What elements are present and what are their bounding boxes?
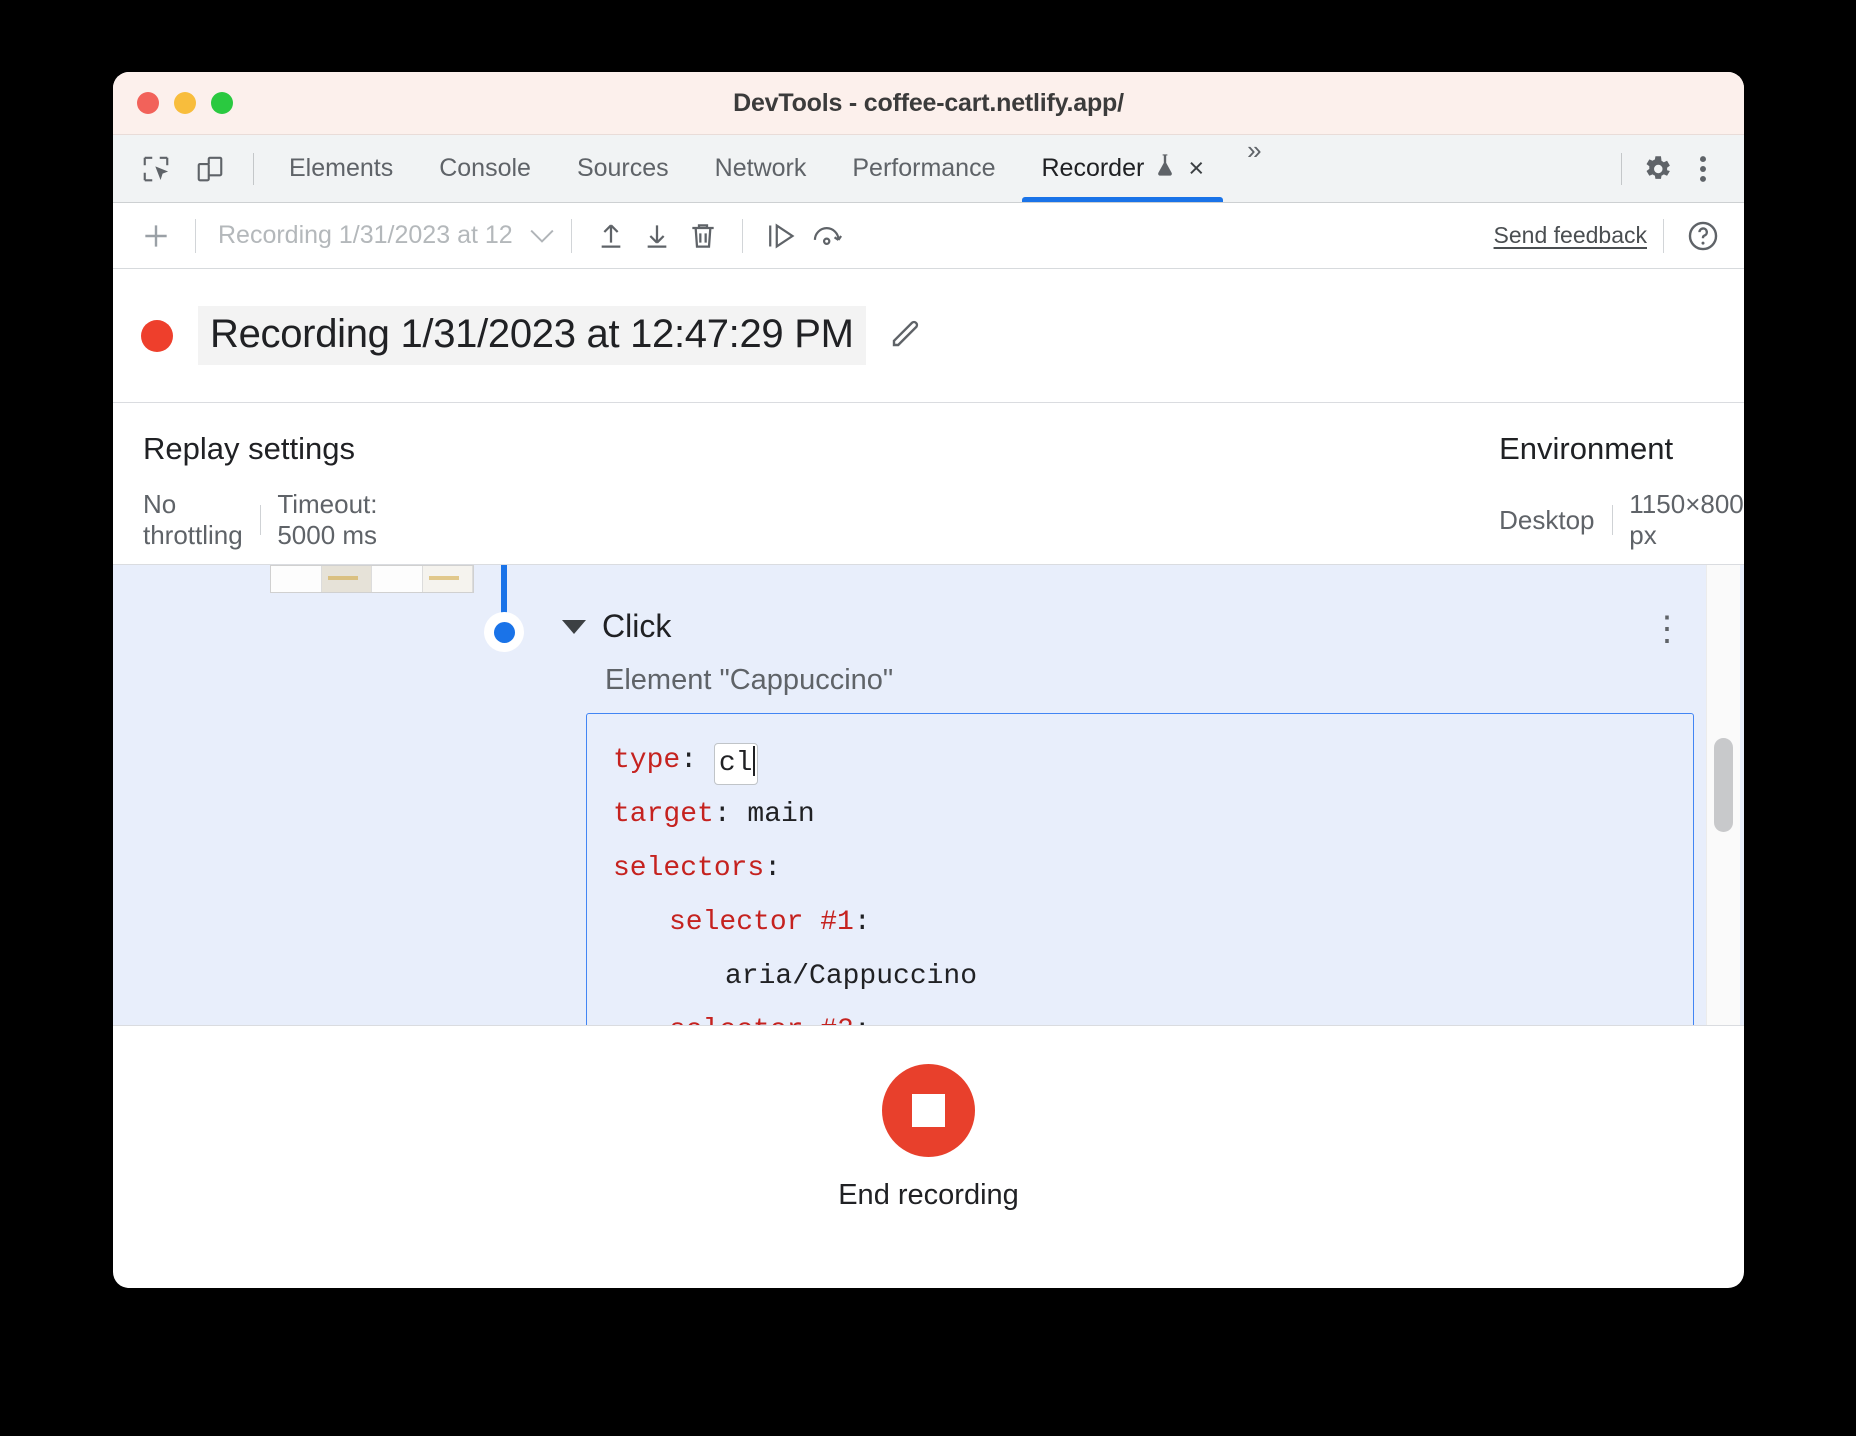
- tabbar-divider: [253, 153, 254, 185]
- step-header[interactable]: Click: [562, 608, 671, 645]
- add-recording-button[interactable]: [133, 213, 179, 259]
- environment-values: Desktop 1150×800 px: [1499, 489, 1744, 551]
- timeline-connector: [501, 565, 507, 613]
- text-caret: [753, 746, 755, 776]
- toolbar-divider-2: [571, 219, 572, 253]
- tab-console[interactable]: Console: [416, 135, 554, 202]
- zoom-window-button[interactable]: [211, 92, 233, 114]
- screen: DevTools - coffee-cart.netlify.app/: [0, 0, 1856, 1436]
- devtools-tabs: Elements Console Sources Network Perform…: [266, 135, 1227, 202]
- help-icon[interactable]: [1680, 213, 1726, 259]
- import-recording-button[interactable]: [588, 213, 634, 259]
- throttling-value[interactable]: No throttling: [143, 489, 243, 551]
- device-value: Desktop: [1499, 505, 1594, 536]
- recorder-toolbar: Recording 1/31/2023 at 12: [113, 203, 1744, 269]
- tab-label: Sources: [577, 154, 669, 183]
- type-value-text: cl: [719, 748, 753, 779]
- tabbar-right-icons: [1609, 135, 1744, 202]
- code-line-selector1-value: aria/Cappuccino: [613, 950, 1693, 1004]
- toolbar-divider-4: [1663, 219, 1664, 253]
- replay-settings-group: Replay settings No throttling Timeout: 5…: [113, 431, 404, 564]
- replay-settings-title: Replay settings: [143, 431, 404, 467]
- tab-network[interactable]: Network: [692, 135, 830, 202]
- tab-elements[interactable]: Elements: [266, 135, 416, 202]
- step-subtitle: Element "Cappuccino": [605, 664, 893, 697]
- step-code-editor[interactable]: type: cl target: main selectors: selecto…: [586, 713, 1694, 1025]
- recording-title[interactable]: Recording 1/31/2023 at 12:47:29 PM: [198, 306, 866, 365]
- step-list: Click Element "Cappuccino" ⋮ type: cl ta…: [113, 565, 1744, 1025]
- devtools-window: DevTools - coffee-cart.netlify.app/: [113, 72, 1744, 1288]
- code-line-target: target: main: [613, 788, 1693, 842]
- code-key-target: target: [613, 799, 714, 830]
- close-icon[interactable]: ×: [1188, 155, 1204, 182]
- recording-selector[interactable]: Recording 1/31/2023 at 12: [218, 221, 555, 250]
- tab-label: Network: [715, 154, 807, 183]
- step-more-options-icon[interactable]: ⋮: [1650, 618, 1670, 642]
- tab-recorder[interactable]: Recorder ×: [1018, 135, 1227, 202]
- environment-group: Environment Desktop 1150×800 px: [1469, 431, 1744, 564]
- timeout-value[interactable]: Timeout: 5000 ms: [277, 489, 404, 551]
- recording-footer: End recording: [113, 1025, 1744, 1250]
- type-value-input[interactable]: cl: [714, 743, 759, 785]
- tabbar-divider-right: [1621, 153, 1622, 185]
- tab-label: Console: [439, 154, 531, 183]
- scrollbar-thumb[interactable]: [1714, 738, 1733, 832]
- viewport-value: 1150×800 px: [1629, 489, 1744, 551]
- tab-label: Performance: [852, 154, 995, 183]
- tab-sources[interactable]: Sources: [554, 135, 692, 202]
- experiment-flask-icon: [1153, 152, 1177, 185]
- window-title: DevTools - coffee-cart.netlify.app/: [113, 89, 1744, 118]
- traffic-lights: [137, 92, 233, 114]
- code-line-type: type: cl: [613, 734, 1693, 788]
- delete-recording-button[interactable]: [680, 213, 726, 259]
- code-line-selectors: selectors:: [613, 842, 1693, 896]
- toolbar-divider-3: [742, 219, 743, 253]
- window-titlebar: DevTools - coffee-cart.netlify.app/: [113, 72, 1744, 135]
- inspect-element-icon[interactable]: [133, 146, 179, 192]
- device-toolbar-icon[interactable]: [187, 146, 233, 192]
- code-line-selector2: selector #2:: [613, 1004, 1693, 1025]
- value-divider: [1612, 505, 1613, 535]
- step-timeline-node[interactable]: [484, 612, 524, 652]
- close-window-button[interactable]: [137, 92, 159, 114]
- recording-header: Recording 1/31/2023 at 12:47:29 PM: [113, 269, 1744, 403]
- devtools-tabbar: Elements Console Sources Network Perform…: [113, 135, 1744, 203]
- tab-performance[interactable]: Performance: [829, 135, 1018, 202]
- minimize-window-button[interactable]: [174, 92, 196, 114]
- pencil-icon[interactable]: [888, 315, 924, 356]
- chevron-down-icon[interactable]: [562, 620, 586, 634]
- step-replay-button[interactable]: [805, 213, 851, 259]
- end-recording-button[interactable]: [882, 1064, 975, 1157]
- code-key-type: type: [613, 745, 680, 776]
- recording-status-indicator: [141, 320, 173, 352]
- more-options-icon[interactable]: [1680, 146, 1726, 192]
- environment-title: Environment: [1499, 431, 1744, 467]
- step-list-scrollbar[interactable]: [1706, 565, 1740, 1025]
- screenshot-thumbnail: [270, 565, 474, 593]
- code-key-selector1: selector #1: [669, 907, 854, 938]
- tabbar-left-icons: [113, 135, 266, 202]
- tab-label: Elements: [289, 154, 393, 183]
- code-line-selector1: selector #1:: [613, 896, 1693, 950]
- end-recording-label: End recording: [838, 1179, 1019, 1212]
- value-divider: [260, 505, 261, 535]
- chevron-down-icon: [529, 228, 555, 244]
- replay-settings-values: No throttling Timeout: 5000 ms: [143, 489, 404, 551]
- more-tabs-icon[interactable]: »: [1227, 135, 1281, 202]
- step-title: Click: [602, 608, 671, 645]
- replay-button[interactable]: [759, 213, 805, 259]
- code-key-selectors: selectors: [613, 853, 764, 884]
- recording-settings: Replay settings No throttling Timeout: 5…: [113, 403, 1744, 565]
- tab-label: Recorder: [1041, 154, 1144, 183]
- send-feedback-link[interactable]: Send feedback: [1494, 222, 1647, 249]
- recording-selector-value: Recording 1/31/2023 at 12: [218, 221, 513, 250]
- export-recording-button[interactable]: [634, 213, 680, 259]
- toolbar-divider-1: [195, 219, 196, 253]
- code-key-selector2: selector #2: [669, 1015, 854, 1025]
- settings-gear-icon[interactable]: [1634, 146, 1680, 192]
